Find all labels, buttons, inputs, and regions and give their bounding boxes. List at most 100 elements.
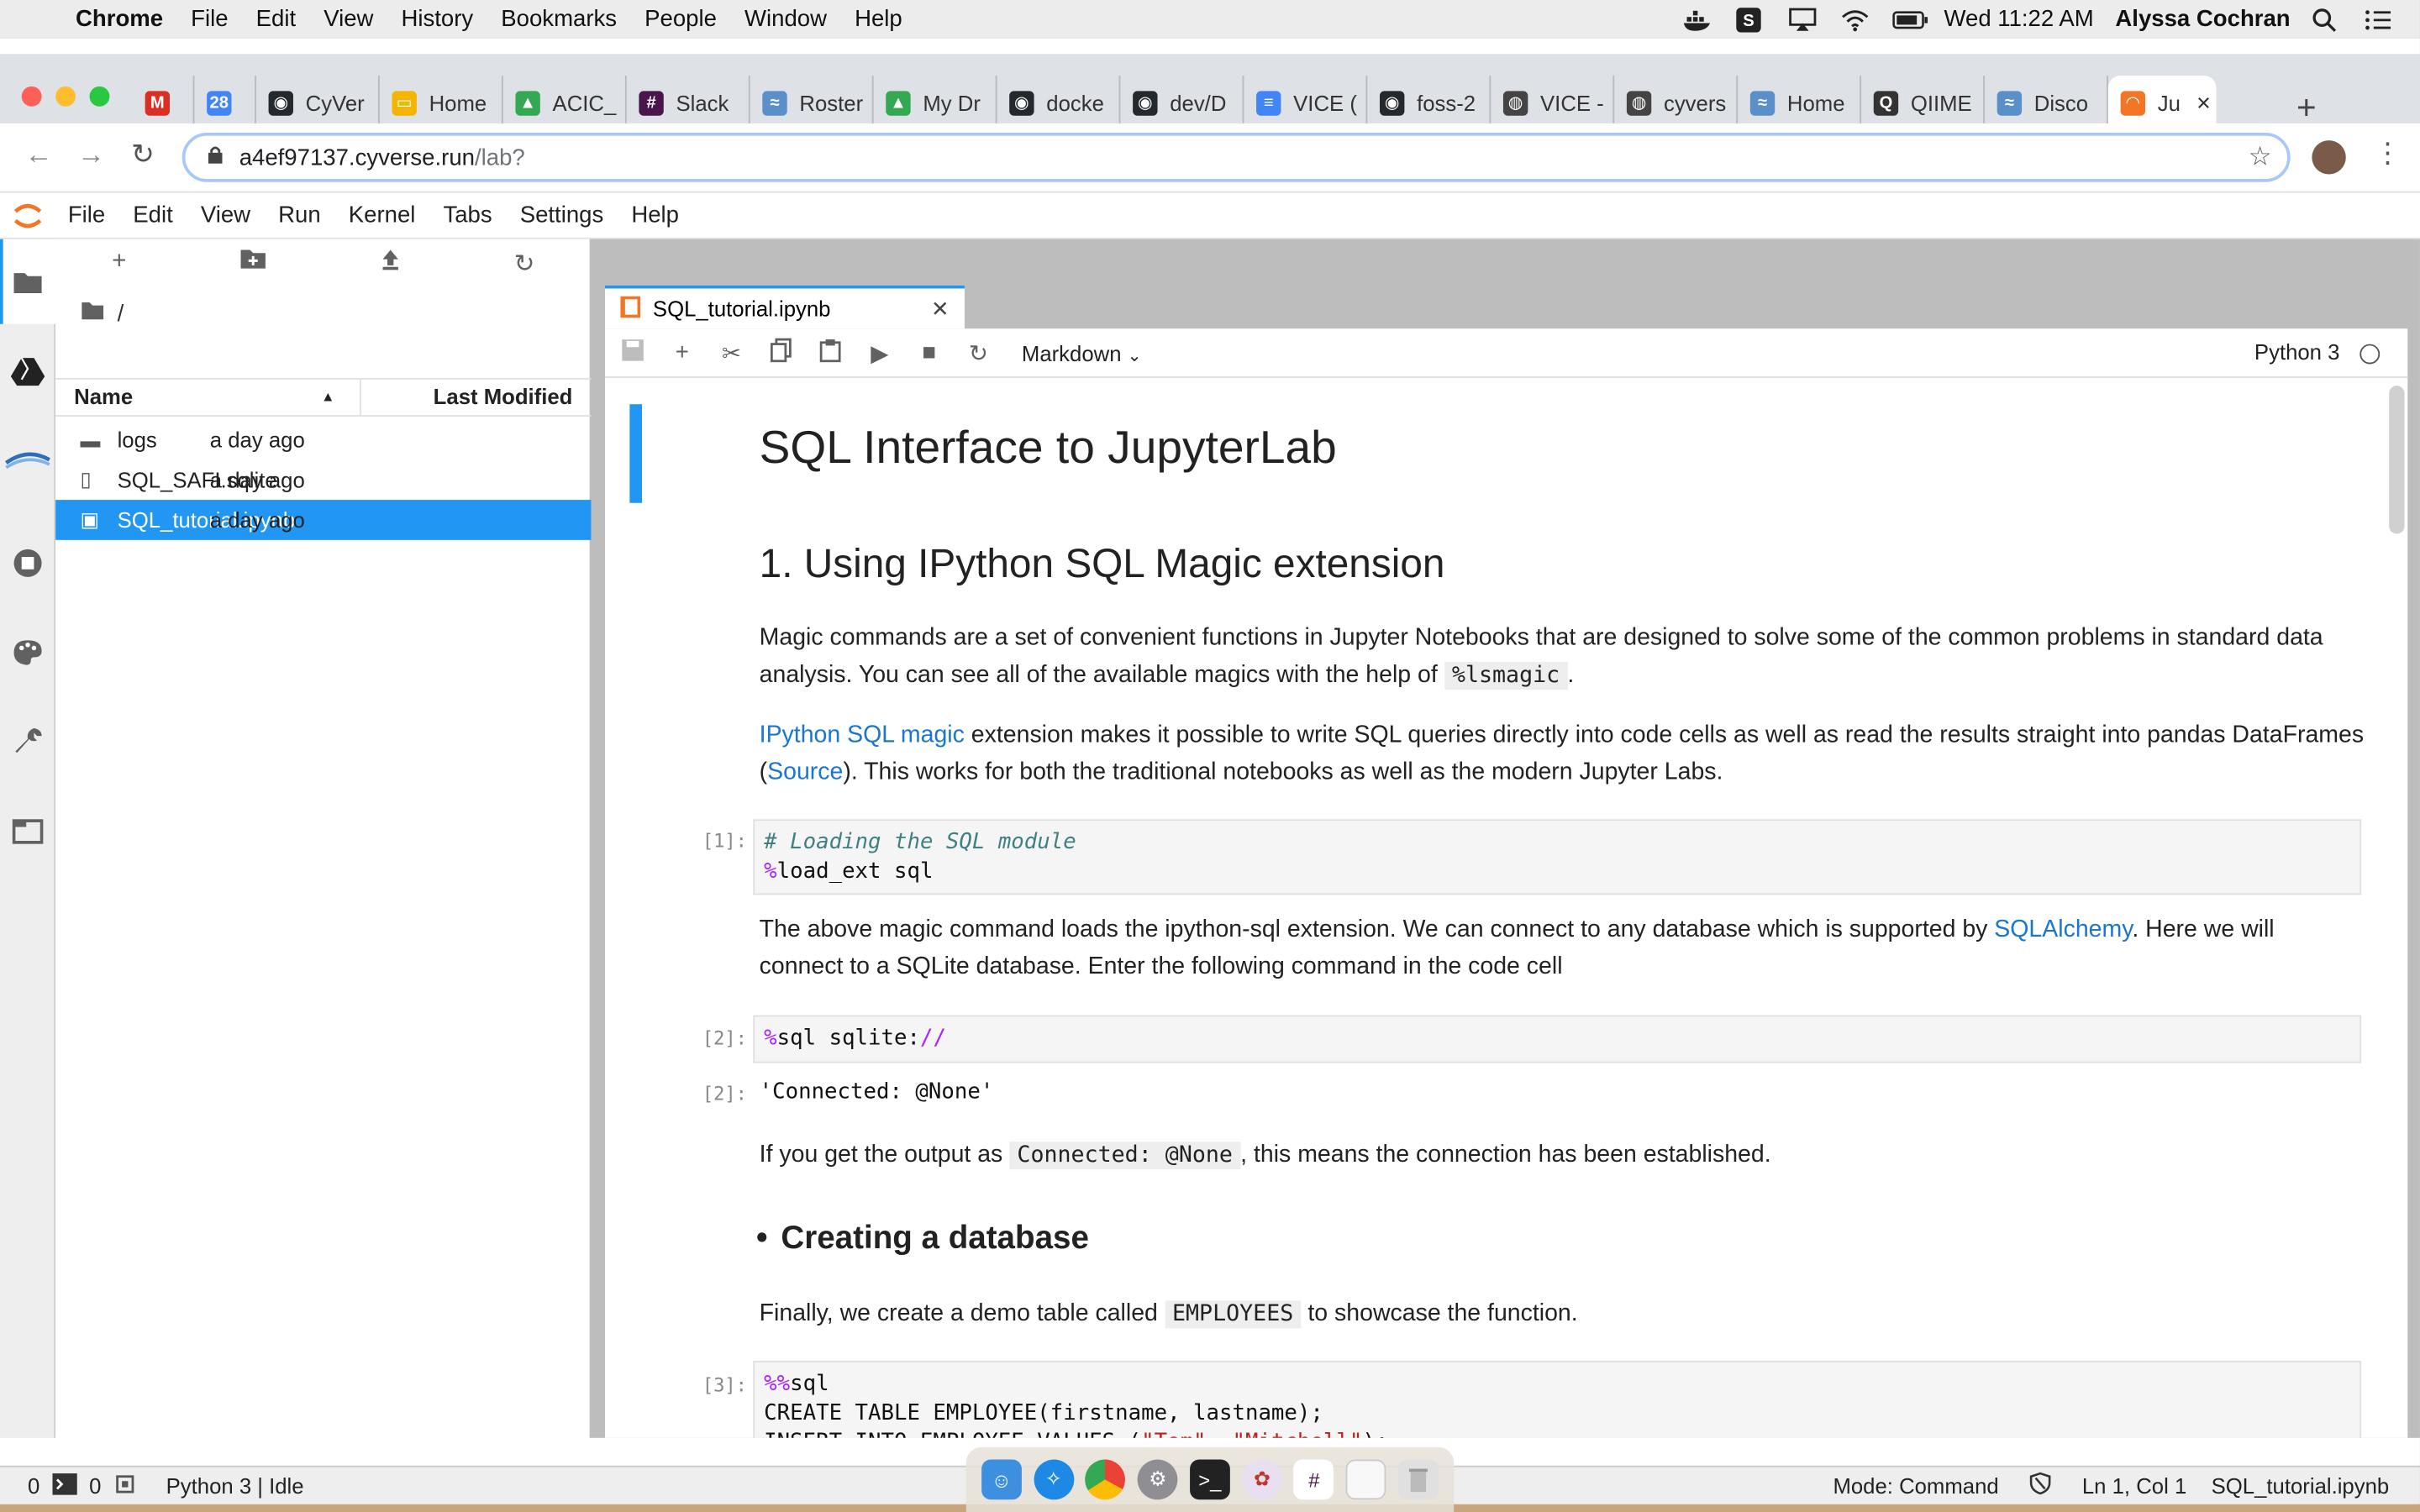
copy-icon[interactable] [756, 337, 806, 368]
notebook-content[interactable]: SQL Interface to JupyterLab 1. Using IPy… [605, 380, 2407, 1438]
close-window-button[interactable] [21, 86, 42, 107]
menu-help[interactable]: Help [841, 6, 917, 32]
file-row[interactable]: ▬ logs a day ago [55, 420, 591, 460]
code-cell-1[interactable]: # Loading the SQL module %load_ext sql [753, 819, 2362, 895]
new-tab-button[interactable]: + [2296, 88, 2317, 129]
tab-favicon-icon: ▲ [886, 91, 911, 116]
jl-menu-edit[interactable]: Edit [121, 202, 186, 228]
tab-label: foss-2 [1417, 91, 1476, 116]
tab-favicon-icon: 28 [207, 91, 232, 116]
folder-icon[interactable] [9, 264, 46, 301]
tab-favicon-icon: ◍ [1626, 91, 1652, 116]
photos-icon[interactable]: ✿ [1241, 1459, 1282, 1500]
run-icon[interactable]: ▶ [855, 339, 905, 366]
cell-type-dropdown[interactable]: Markdown ⌄ [1022, 340, 1142, 365]
slack-icon[interactable]: # [1294, 1459, 1334, 1500]
docker-icon[interactable] [1681, 7, 1712, 31]
file-row[interactable]: ▣ SQL_tutorial.ipynb a day ago [55, 500, 592, 540]
spotlight-search-icon[interactable] [2312, 7, 2343, 31]
paste-icon[interactable] [806, 337, 855, 368]
terminal-app-icon[interactable]: >_ [1189, 1459, 1230, 1500]
battery-icon[interactable] [1891, 7, 1928, 31]
breadcrumb-folder-icon[interactable] [81, 301, 105, 327]
menu-app-name[interactable]: Chrome [61, 6, 176, 32]
zoom-window-button[interactable] [89, 86, 110, 107]
chrome-icon[interactable] [1085, 1459, 1126, 1500]
scrollbar[interactable] [2389, 386, 2405, 534]
code-cell-3[interactable]: %%sql CREATE TABLE EMPLOYEE(firstname, l… [753, 1360, 2362, 1438]
profile-avatar[interactable] [2312, 140, 2346, 175]
menu-edit[interactable]: Edit [242, 6, 310, 32]
refresh-icon[interactable]: ↻ [514, 249, 535, 289]
modified-column-header[interactable]: Last Modified [361, 380, 592, 415]
close-tab-icon[interactable]: ✕ [931, 296, 950, 322]
kernel-name[interactable]: Python 3 [2254, 339, 2340, 364]
document-icon[interactable] [1346, 1459, 1386, 1500]
breadcrumb-root[interactable]: / [118, 301, 124, 327]
file-browser-toolbar: + ↻ [55, 249, 591, 289]
tab-label: VICE ( [1293, 91, 1357, 116]
save-icon[interactable] [608, 339, 658, 366]
user-name[interactable]: Alyssa Cochran [2115, 6, 2290, 32]
terminal-count[interactable]: 0 [0, 1473, 52, 1498]
new-launcher-icon[interactable]: + [112, 249, 126, 289]
jl-menu-run[interactable]: Run [266, 202, 333, 228]
safari-icon[interactable]: ✧ [1033, 1459, 1074, 1500]
menu-file[interactable]: File [177, 6, 242, 32]
interrupt-icon[interactable]: ■ [904, 339, 954, 365]
jl-menu-kernel[interactable]: Kernel [336, 202, 428, 228]
jl-menu-file[interactable]: File [55, 202, 118, 228]
finder-icon[interactable]: ☺ [981, 1459, 1022, 1500]
notification-center-icon[interactable] [2365, 7, 2396, 31]
insert-cell-icon[interactable]: + [657, 339, 707, 365]
name-column-header[interactable]: Name ▲ [55, 379, 361, 416]
forward-arrow-icon[interactable]: → [77, 139, 105, 171]
file-row[interactable]: ▯ SQL_SAFI.sqlite a day ago [55, 459, 591, 500]
ipython-sql-magic-link[interactable]: IPython SQL magic [760, 722, 965, 748]
airplay-icon[interactable] [1786, 7, 1818, 31]
menu-bookmarks[interactable]: Bookmarks [487, 6, 631, 32]
back-arrow-icon[interactable]: ← [24, 139, 52, 171]
palette-icon[interactable] [9, 634, 46, 671]
tab-favicon-icon: ◍ [1502, 91, 1528, 116]
cyverse-icon[interactable] [3, 443, 53, 480]
minimize-window-button[interactable] [55, 86, 76, 107]
code-cell-2[interactable]: %sql sqlite:// [753, 1015, 2362, 1063]
google-drive-icon[interactable] [9, 354, 46, 391]
jl-menu-help[interactable]: Help [619, 202, 692, 228]
restart-icon[interactable]: ↻ [954, 339, 1003, 366]
sqlalchemy-link[interactable]: SQLAlchemy [1994, 916, 2132, 942]
menu-people[interactable]: People [631, 6, 731, 32]
upload-icon[interactable] [380, 249, 402, 289]
close-browser-tab-icon[interactable]: ✕ [2196, 92, 2211, 114]
skype-icon[interactable]: S [1734, 7, 1765, 32]
jl-menu-tabs[interactable]: Tabs [431, 202, 505, 228]
notebook-tab[interactable]: SQL_tutorial.ipynb ✕ [604, 285, 965, 329]
kernel-status[interactable]: Python 3 | Idle [135, 1473, 316, 1498]
cursor-position[interactable]: Ln 1, Col 1 [2070, 1473, 2199, 1498]
tabs-icon[interactable] [9, 813, 46, 850]
browser-menu-icon[interactable]: ⋮ [2374, 137, 2402, 170]
trash-icon[interactable] [1398, 1459, 1439, 1500]
new-folder-icon[interactable] [239, 249, 267, 289]
system-preferences-icon[interactable]: ⚙ [1137, 1459, 1178, 1500]
wrench-icon[interactable] [9, 723, 46, 760]
clock[interactable]: Wed 11:22 AM [1944, 6, 2093, 32]
source-link[interactable]: Source [767, 759, 843, 785]
file-icon: ▯ [80, 467, 92, 491]
menu-window[interactable]: Window [730, 6, 840, 32]
trust-shield-icon[interactable] [2011, 1472, 2070, 1499]
wifi-icon[interactable] [1839, 7, 1870, 31]
running-kernels-icon[interactable] [9, 544, 46, 581]
reload-icon[interactable]: ↻ [131, 139, 155, 171]
address-bar[interactable]: a4ef97137.cyverse.run/lab? ☆ [182, 132, 2291, 182]
cut-icon[interactable]: ✂ [707, 339, 756, 366]
cell-1-code: load_ext sql [776, 859, 934, 885]
kernel-count[interactable]: 0 [76, 1473, 113, 1498]
notebook-tab-label: SQL_tutorial.ipynb [652, 296, 831, 322]
menu-view[interactable]: View [310, 6, 387, 32]
menu-history[interactable]: History [387, 6, 487, 32]
jl-menu-view[interactable]: View [188, 202, 263, 228]
bookmark-star-icon[interactable]: ☆ [2249, 142, 2272, 173]
jl-menu-settings[interactable]: Settings [508, 202, 616, 228]
